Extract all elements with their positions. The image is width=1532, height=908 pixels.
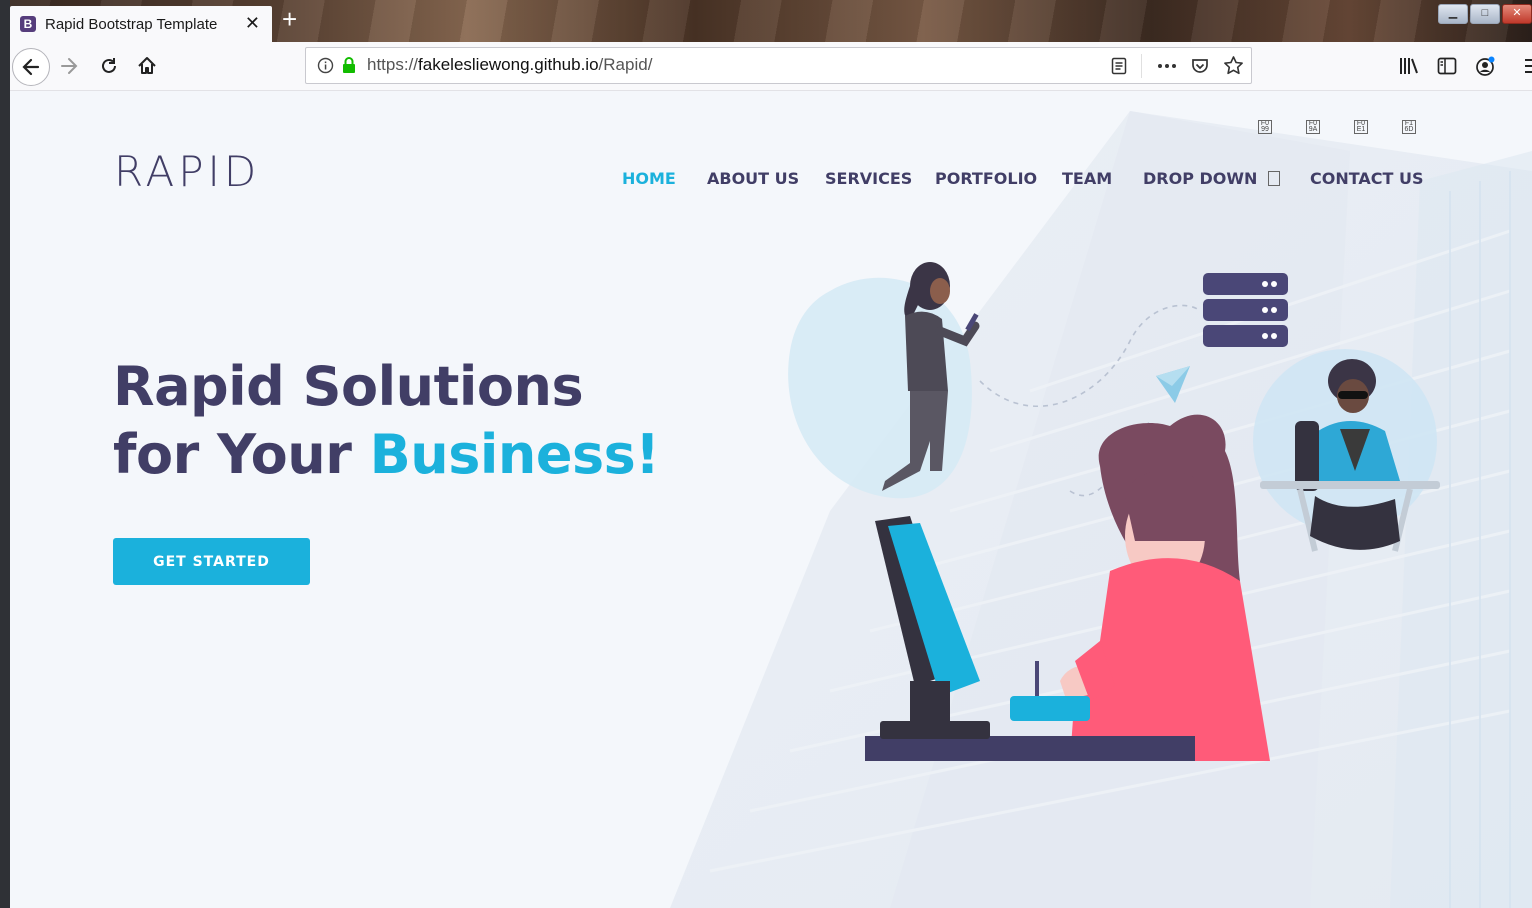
url-text[interactable]: https://fakelesliewong.github.io/Rapid/ <box>367 55 652 75</box>
hero-title-line2: for Your Business! <box>113 421 660 489</box>
nav-home[interactable]: HOME <box>622 169 676 188</box>
home-button[interactable] <box>132 51 162 81</box>
window-controls: ▁ □ ✕ <box>1436 4 1532 24</box>
account-icon[interactable] <box>1475 55 1497 77</box>
site-logo[interactable]: RAPID <box>114 147 260 196</box>
nav-portfolio[interactable]: PORTFOLIO <box>935 169 1037 188</box>
tab-strip: B Rapid Bootstrap Template ✕ + ▁ □ ✕ <box>10 0 1532 42</box>
forward-button[interactable] <box>54 51 84 81</box>
url-bar[interactable]: https://fakelesliewong.github.io/Rapid/ <box>305 47 1252 84</box>
library-icon[interactable] <box>1398 56 1420 76</box>
forward-icon <box>61 58 78 74</box>
facebook-icon[interactable]: F0 9A <box>1306 120 1320 134</box>
back-button[interactable] <box>12 48 50 86</box>
reader-view-icon[interactable] <box>1110 57 1128 75</box>
browser-window: B Rapid Bootstrap Template ✕ + ▁ □ ✕ htt… <box>10 0 1532 908</box>
web-page: F0 99 F0 9A F0 E1 F1 6D RAPID HOME ABOUT US … <box>10 91 1532 908</box>
minimize-button[interactable]: ▁ <box>1438 4 1468 24</box>
hero-title-line2-prefix: for Your <box>113 423 370 486</box>
reload-button[interactable] <box>94 51 124 81</box>
url-path: /Rapid/ <box>598 55 653 74</box>
more-icon[interactable] <box>1156 57 1178 75</box>
url-scheme: https:// <box>367 55 419 74</box>
nav-team[interactable]: TEAM <box>1062 169 1112 188</box>
bootstrap-favicon-icon: B <box>20 16 36 32</box>
nav-drop-down-label: DROP DOWN <box>1143 169 1258 188</box>
url-bar-divider <box>1141 54 1142 78</box>
back-icon <box>22 58 40 76</box>
info-icon[interactable] <box>317 57 334 74</box>
instagram-icon[interactable]: F1 6D <box>1402 120 1416 134</box>
reload-icon <box>102 58 116 73</box>
bookmark-star-icon[interactable] <box>1223 55 1244 76</box>
sidebar-icon[interactable] <box>1437 56 1457 76</box>
hero-illustration <box>788 262 1440 761</box>
linkedin-icon[interactable]: F0 E1 <box>1354 120 1368 134</box>
hero-title-accent: Business! <box>369 423 660 486</box>
maximize-button[interactable]: □ <box>1470 4 1500 24</box>
hero-title: Rapid Solutions for Your Business! <box>113 353 660 489</box>
nav-contact-us[interactable]: CONTACT US <box>1310 169 1424 188</box>
home-icon <box>138 57 156 74</box>
menu-icon[interactable] <box>1522 57 1532 75</box>
pocket-icon[interactable] <box>1190 56 1210 76</box>
close-window-button[interactable]: ✕ <box>1502 4 1532 24</box>
twitter-icon[interactable]: F0 99 <box>1258 120 1272 134</box>
hero-title-line1: Rapid Solutions <box>113 355 584 418</box>
chevron-down-icon <box>1268 171 1280 186</box>
url-host: fakelesliewong.github.io <box>418 55 599 74</box>
computer-monitor-icon <box>875 516 990 739</box>
nav-drop-down[interactable]: DROP DOWN <box>1143 169 1257 188</box>
navigation-toolbar: https://fakelesliewong.github.io/Rapid/ <box>10 42 1532 91</box>
server-stack-icon <box>1203 273 1288 347</box>
tab-title: Rapid Bootstrap Template <box>45 15 218 33</box>
active-tab[interactable]: B Rapid Bootstrap Template ✕ <box>10 6 272 42</box>
get-started-button[interactable]: GET STARTED <box>113 538 310 585</box>
new-tab-button[interactable]: + <box>282 4 297 34</box>
close-tab-icon[interactable]: ✕ <box>245 13 260 34</box>
lock-icon[interactable] <box>341 56 357 74</box>
nav-services[interactable]: SERVICES <box>825 169 912 188</box>
nav-about-us[interactable]: ABOUT US <box>707 169 799 188</box>
paper-plane-icon <box>1156 366 1190 403</box>
